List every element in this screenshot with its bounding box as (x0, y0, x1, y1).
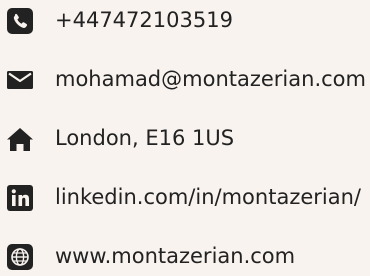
envelope-icon (6, 66, 34, 94)
email-link[interactable]: mohamad@montazerian.com (55, 65, 366, 93)
contact-row-phone: +447472103519 (0, 0, 370, 40)
contact-list: +447472103519 mohamad@montazerian.com Lo… (0, 0, 370, 271)
contact-row-address: London, E16 1US (0, 118, 370, 158)
linkedin-icon (6, 184, 34, 212)
globe-icon (6, 243, 34, 271)
address-text: London, E16 1US (55, 126, 235, 150)
website-link[interactable]: www.montazerian.com (55, 242, 295, 270)
contact-row-website: www.montazerian.com (0, 236, 370, 276)
contact-row-linkedin: linkedin.com/in/montazerian/ (0, 177, 370, 217)
phone-link[interactable]: +447472103519 (55, 6, 233, 34)
home-icon (6, 125, 34, 153)
phone-icon (6, 7, 34, 35)
contact-row-email: mohamad@montazerian.com (0, 59, 370, 99)
linkedin-link[interactable]: linkedin.com/in/montazerian/ (55, 183, 361, 211)
